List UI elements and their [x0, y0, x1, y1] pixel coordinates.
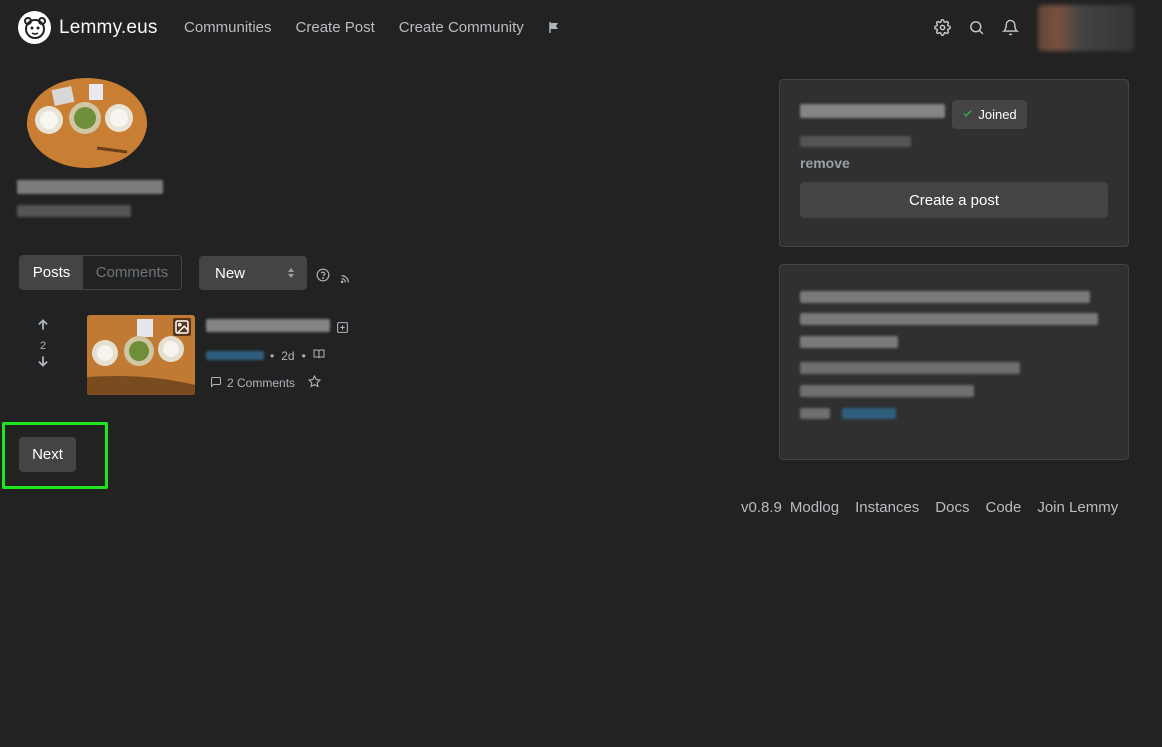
footer-link-modlog[interactable]: Modlog [790, 499, 839, 516]
post-meta: • 2d • [270, 348, 325, 363]
joined-badge[interactable]: Joined [952, 100, 1027, 129]
post-author-redacted[interactable] [206, 351, 264, 360]
post-title-redacted[interactable] [206, 319, 330, 332]
remove-link[interactable]: remove [800, 155, 850, 171]
description-line-redacted [800, 313, 1098, 325]
community-title-redacted [17, 180, 163, 194]
post-thumbnail[interactable] [87, 315, 195, 395]
listing-type-toggle: Posts Comments [19, 255, 182, 290]
comments-count: 2 Comments [227, 376, 296, 390]
footer-link-docs[interactable]: Docs [935, 499, 969, 516]
tab-posts[interactable]: Posts [20, 256, 83, 289]
select-arrows-icon [287, 266, 295, 284]
search-icon[interactable] [968, 19, 985, 36]
lemmy-logo-icon [18, 11, 51, 44]
book-icon[interactable] [313, 348, 325, 363]
joined-label: Joined [978, 107, 1017, 122]
description-line-redacted [800, 385, 974, 397]
comments-link[interactable]: 2 Comments [210, 374, 322, 391]
gear-icon[interactable] [934, 19, 951, 36]
description-line-redacted [800, 336, 898, 348]
user-avatar[interactable] [1038, 5, 1134, 51]
upvote-icon[interactable] [33, 318, 53, 337]
nav-link-create-post[interactable]: Create Post [296, 19, 375, 36]
footer: v0.8.9 Modlog Instances Docs Code Join L… [741, 499, 1134, 516]
brand-name: Lemmy.eus [59, 16, 158, 38]
help-icon[interactable] [316, 268, 330, 287]
bell-icon[interactable] [1001, 19, 1020, 36]
vote-widget: 2 [33, 318, 53, 373]
footer-link-code[interactable]: Code [985, 499, 1021, 516]
sidebar-community-title-redacted [800, 104, 945, 118]
create-post-button[interactable]: Create a post [800, 182, 1108, 218]
description-link-redacted[interactable] [842, 408, 896, 419]
description-line-redacted [800, 408, 830, 419]
sidebar-community-name-redacted [800, 136, 911, 147]
description-line-redacted [800, 362, 1020, 374]
sort-select-value: New [215, 264, 246, 282]
meta-dot: • [301, 348, 306, 363]
post-score: 2 [39, 340, 47, 352]
brand[interactable]: Lemmy.eus [18, 11, 158, 44]
comment-icon [210, 376, 222, 391]
rss-icon[interactable] [340, 271, 350, 289]
description-line-redacted [800, 291, 1090, 303]
nav-icons [934, 19, 1020, 36]
nav-links: Communities Create Post Create Community [184, 19, 524, 36]
next-button[interactable]: Next [19, 437, 76, 472]
image-icon [173, 318, 191, 336]
nav-link-create-community[interactable]: Create Community [399, 19, 524, 36]
meta-dot: • [270, 348, 275, 363]
footer-link-instances[interactable]: Instances [855, 499, 919, 516]
check-icon [962, 107, 973, 122]
nav-link-communities[interactable]: Communities [184, 19, 272, 36]
community-icon [27, 78, 147, 168]
tab-comments[interactable]: Comments [83, 256, 181, 289]
expand-icon[interactable] [336, 321, 349, 339]
footer-version[interactable]: v0.8.9 [741, 499, 782, 516]
flag-icon[interactable] [548, 21, 560, 39]
post-age: 2d [281, 348, 295, 363]
footer-link-join-lemmy[interactable]: Join Lemmy [1037, 499, 1118, 516]
sort-select[interactable]: New [199, 256, 307, 290]
star-icon[interactable] [307, 374, 322, 391]
downvote-icon[interactable] [33, 354, 53, 373]
top-navbar: Lemmy.eus Communities Create Post Create… [0, 0, 1162, 56]
community-name-redacted [17, 205, 131, 217]
